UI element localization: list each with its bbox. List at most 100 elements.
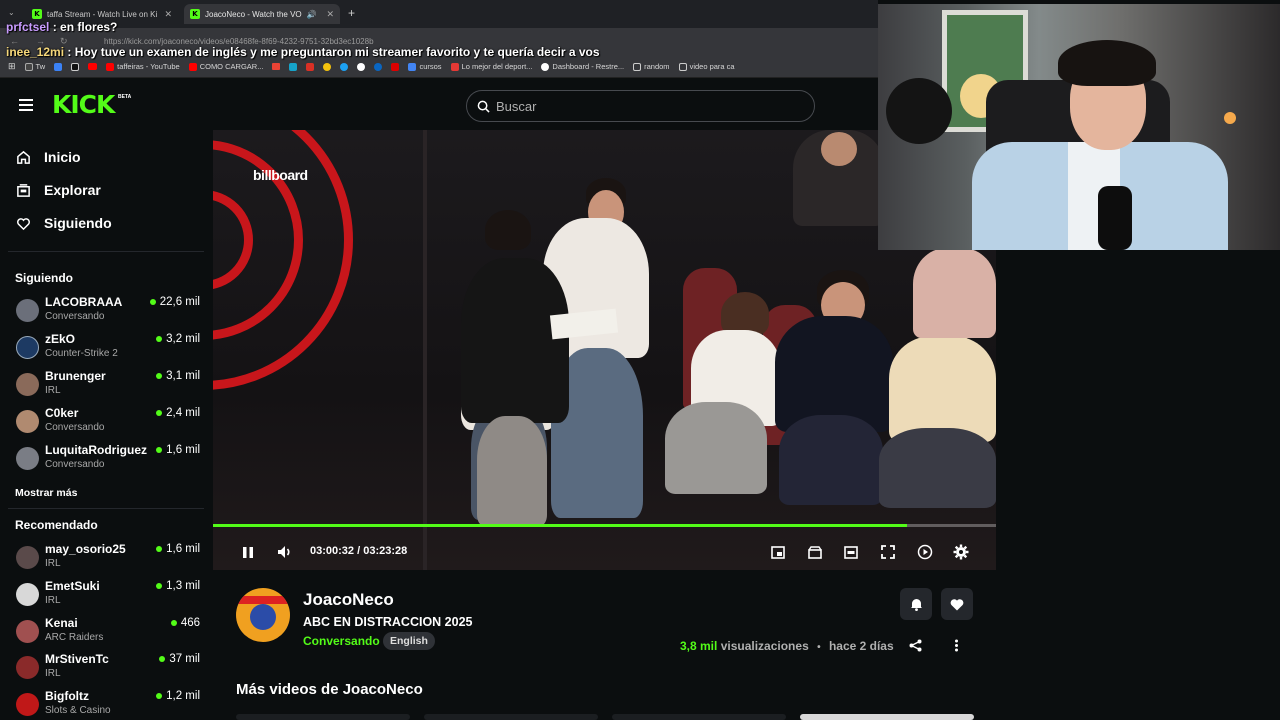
channel-name: may_osorio25: [45, 542, 126, 556]
more-options-button[interactable]: [954, 639, 959, 657]
youtube-icon[interactable]: [88, 63, 98, 70]
channel-category: ARC Raiders: [45, 632, 104, 643]
nav-explorar[interactable]: Explorar: [16, 182, 101, 198]
sidebar-channel[interactable]: EmetSuki IRL 1,3 mil: [15, 579, 200, 613]
avatar: [16, 620, 39, 643]
sidebar-channel[interactable]: Kenai ARC Raiders 466: [15, 616, 200, 650]
video-thumbnail[interactable]: [800, 714, 974, 720]
fullscreen-button[interactable]: [879, 543, 897, 561]
viewer-count: 3,1 mil: [156, 370, 200, 382]
bookmark-favicon-icon[interactable]: [374, 62, 383, 71]
recommended-section-title: Recomendado: [15, 518, 98, 532]
live-dot-icon: [149, 299, 156, 305]
close-tab-icon[interactable]: ✕: [326, 9, 334, 20]
theater-mode-button[interactable]: [842, 543, 860, 561]
speaker-icon[interactable]: 🔊: [307, 10, 317, 19]
close-tab-icon[interactable]: ✕: [164, 9, 172, 20]
bookmark-favicon-icon[interactable]: [323, 62, 332, 71]
channel-name: Kenai: [45, 616, 78, 630]
channel-category: Conversando: [45, 311, 105, 322]
bookmark-taffeiras[interactable]: taffeiras - YouTube: [106, 62, 180, 71]
pause-button[interactable]: [239, 543, 257, 561]
video-thumbnail[interactable]: [612, 714, 786, 720]
sidebar-channel[interactable]: Brunenger IRL 3,1 mil: [15, 369, 200, 403]
search-bar[interactable]: [466, 90, 815, 122]
sidebar-channel[interactable]: LACOBRAAA Conversando 22,6 mil: [15, 295, 200, 329]
channel-name: zEkO: [45, 332, 76, 346]
kick-favicon-icon: K: [190, 9, 200, 19]
streamer-name[interactable]: JoacoNeco: [303, 590, 394, 610]
host-pants: [477, 416, 547, 526]
volume-icon: [278, 546, 290, 558]
menu-icon[interactable]: [19, 99, 33, 111]
channel-name: Brunenger: [45, 369, 106, 383]
sidebar-channel[interactable]: LuquitaRodriguez Conversando 1,6 mil: [15, 443, 200, 477]
bookmark-favicon-icon[interactable]: [54, 62, 63, 71]
gear-icon: [953, 544, 969, 560]
share-button[interactable]: [909, 639, 922, 657]
notifications-button[interactable]: [900, 588, 932, 620]
viewer-count: 3,2 mil: [156, 333, 200, 345]
progress-fill: [213, 524, 907, 527]
gmail-icon[interactable]: [272, 63, 281, 70]
follow-button[interactable]: [941, 588, 973, 620]
streamer-avatar[interactable]: [236, 588, 290, 642]
settings-button[interactable]: [952, 543, 970, 561]
viewer-count: 2,4 mil: [156, 407, 200, 419]
tiktok-icon[interactable]: [71, 62, 80, 71]
progress-bar[interactable]: [213, 524, 996, 527]
views-label: visualizaciones: [717, 639, 809, 653]
chat-username: inee_12mi: [6, 45, 65, 59]
bookmark-favicon-icon[interactable]: [289, 62, 298, 71]
bookmark-favicon-icon[interactable]: [357, 62, 366, 71]
bookmark-tw[interactable]: Tw: [24, 62, 45, 71]
beta-badge: BETA: [118, 94, 132, 100]
video-thumbnail[interactable]: [236, 714, 410, 720]
kick-logo[interactable]: KICK: [52, 92, 115, 117]
sidebar-channel[interactable]: may_osorio25 IRL 1,6 mil: [15, 542, 200, 576]
bookmark-video-para[interactable]: video para ca: [678, 62, 735, 71]
chat-text: : en flores?: [49, 20, 118, 34]
channel-name: Bigfoltz: [45, 689, 89, 703]
volume-button[interactable]: [276, 543, 294, 561]
bookmark-cursos[interactable]: cursos: [408, 62, 442, 71]
nav-label: Siguiendo: [44, 215, 112, 231]
channel-category: Conversando: [45, 422, 105, 433]
share-icon: [909, 639, 922, 652]
miniplayer-button[interactable]: [769, 543, 787, 561]
bookmark-como-cargar[interactable]: COMO CARGAR...: [188, 62, 263, 71]
nav-siguiendo[interactable]: Siguiendo: [16, 215, 112, 231]
miniplayer-icon: [771, 545, 785, 559]
apps-grid-icon[interactable]: ⊞: [8, 61, 16, 72]
bookmark-dashboard[interactable]: Dashboard - Restre...: [541, 62, 624, 71]
sidebar-channel[interactable]: Bigfoltz Slots & Casino 1,2 mil: [15, 689, 200, 720]
sidebar-channel[interactable]: C0ker Conversando 2,4 mil: [15, 406, 200, 440]
sidebar-channel[interactable]: zEkO Counter-Strike 2 3,2 mil: [15, 332, 200, 366]
playback-speed-button[interactable]: [916, 543, 934, 561]
video-thumbnail[interactable]: [424, 714, 598, 720]
billboard-logo: billboard: [253, 167, 308, 183]
sidebar-channel[interactable]: MrStivenTc IRL 37 mil: [15, 652, 200, 686]
tab-list-chevron-icon[interactable]: ⌄: [8, 8, 15, 17]
tab-title: taffa Stream - Watch Live on Ki: [47, 9, 158, 19]
nav-inicio[interactable]: Inicio: [16, 149, 81, 165]
search-input[interactable]: [496, 98, 796, 114]
candle-glow: [1224, 112, 1236, 124]
heart-icon: [17, 217, 30, 230]
show-more-link[interactable]: Mostrar más: [15, 487, 77, 499]
bookmark-lo-mejor[interactable]: Lo mejor del deport...: [450, 62, 532, 71]
kebab-menu-icon: [955, 639, 958, 652]
viewer-count: 1,2 mil: [156, 690, 200, 702]
video-category[interactable]: Conversando: [303, 634, 380, 648]
channel-category: Counter-Strike 2: [45, 348, 118, 359]
bookmark-favicon-icon[interactable]: [391, 62, 400, 71]
bookmark-favicon-icon[interactable]: [340, 62, 349, 71]
clip-button[interactable]: [806, 543, 824, 561]
search-icon: [477, 100, 490, 113]
bookmark-random[interactable]: random: [633, 62, 670, 71]
new-tab-icon[interactable]: +: [348, 6, 355, 20]
language-tag[interactable]: English: [383, 632, 435, 650]
audience-head: [821, 132, 857, 166]
explore-icon: [17, 183, 30, 197]
bookmark-favicon-icon[interactable]: [306, 62, 315, 71]
